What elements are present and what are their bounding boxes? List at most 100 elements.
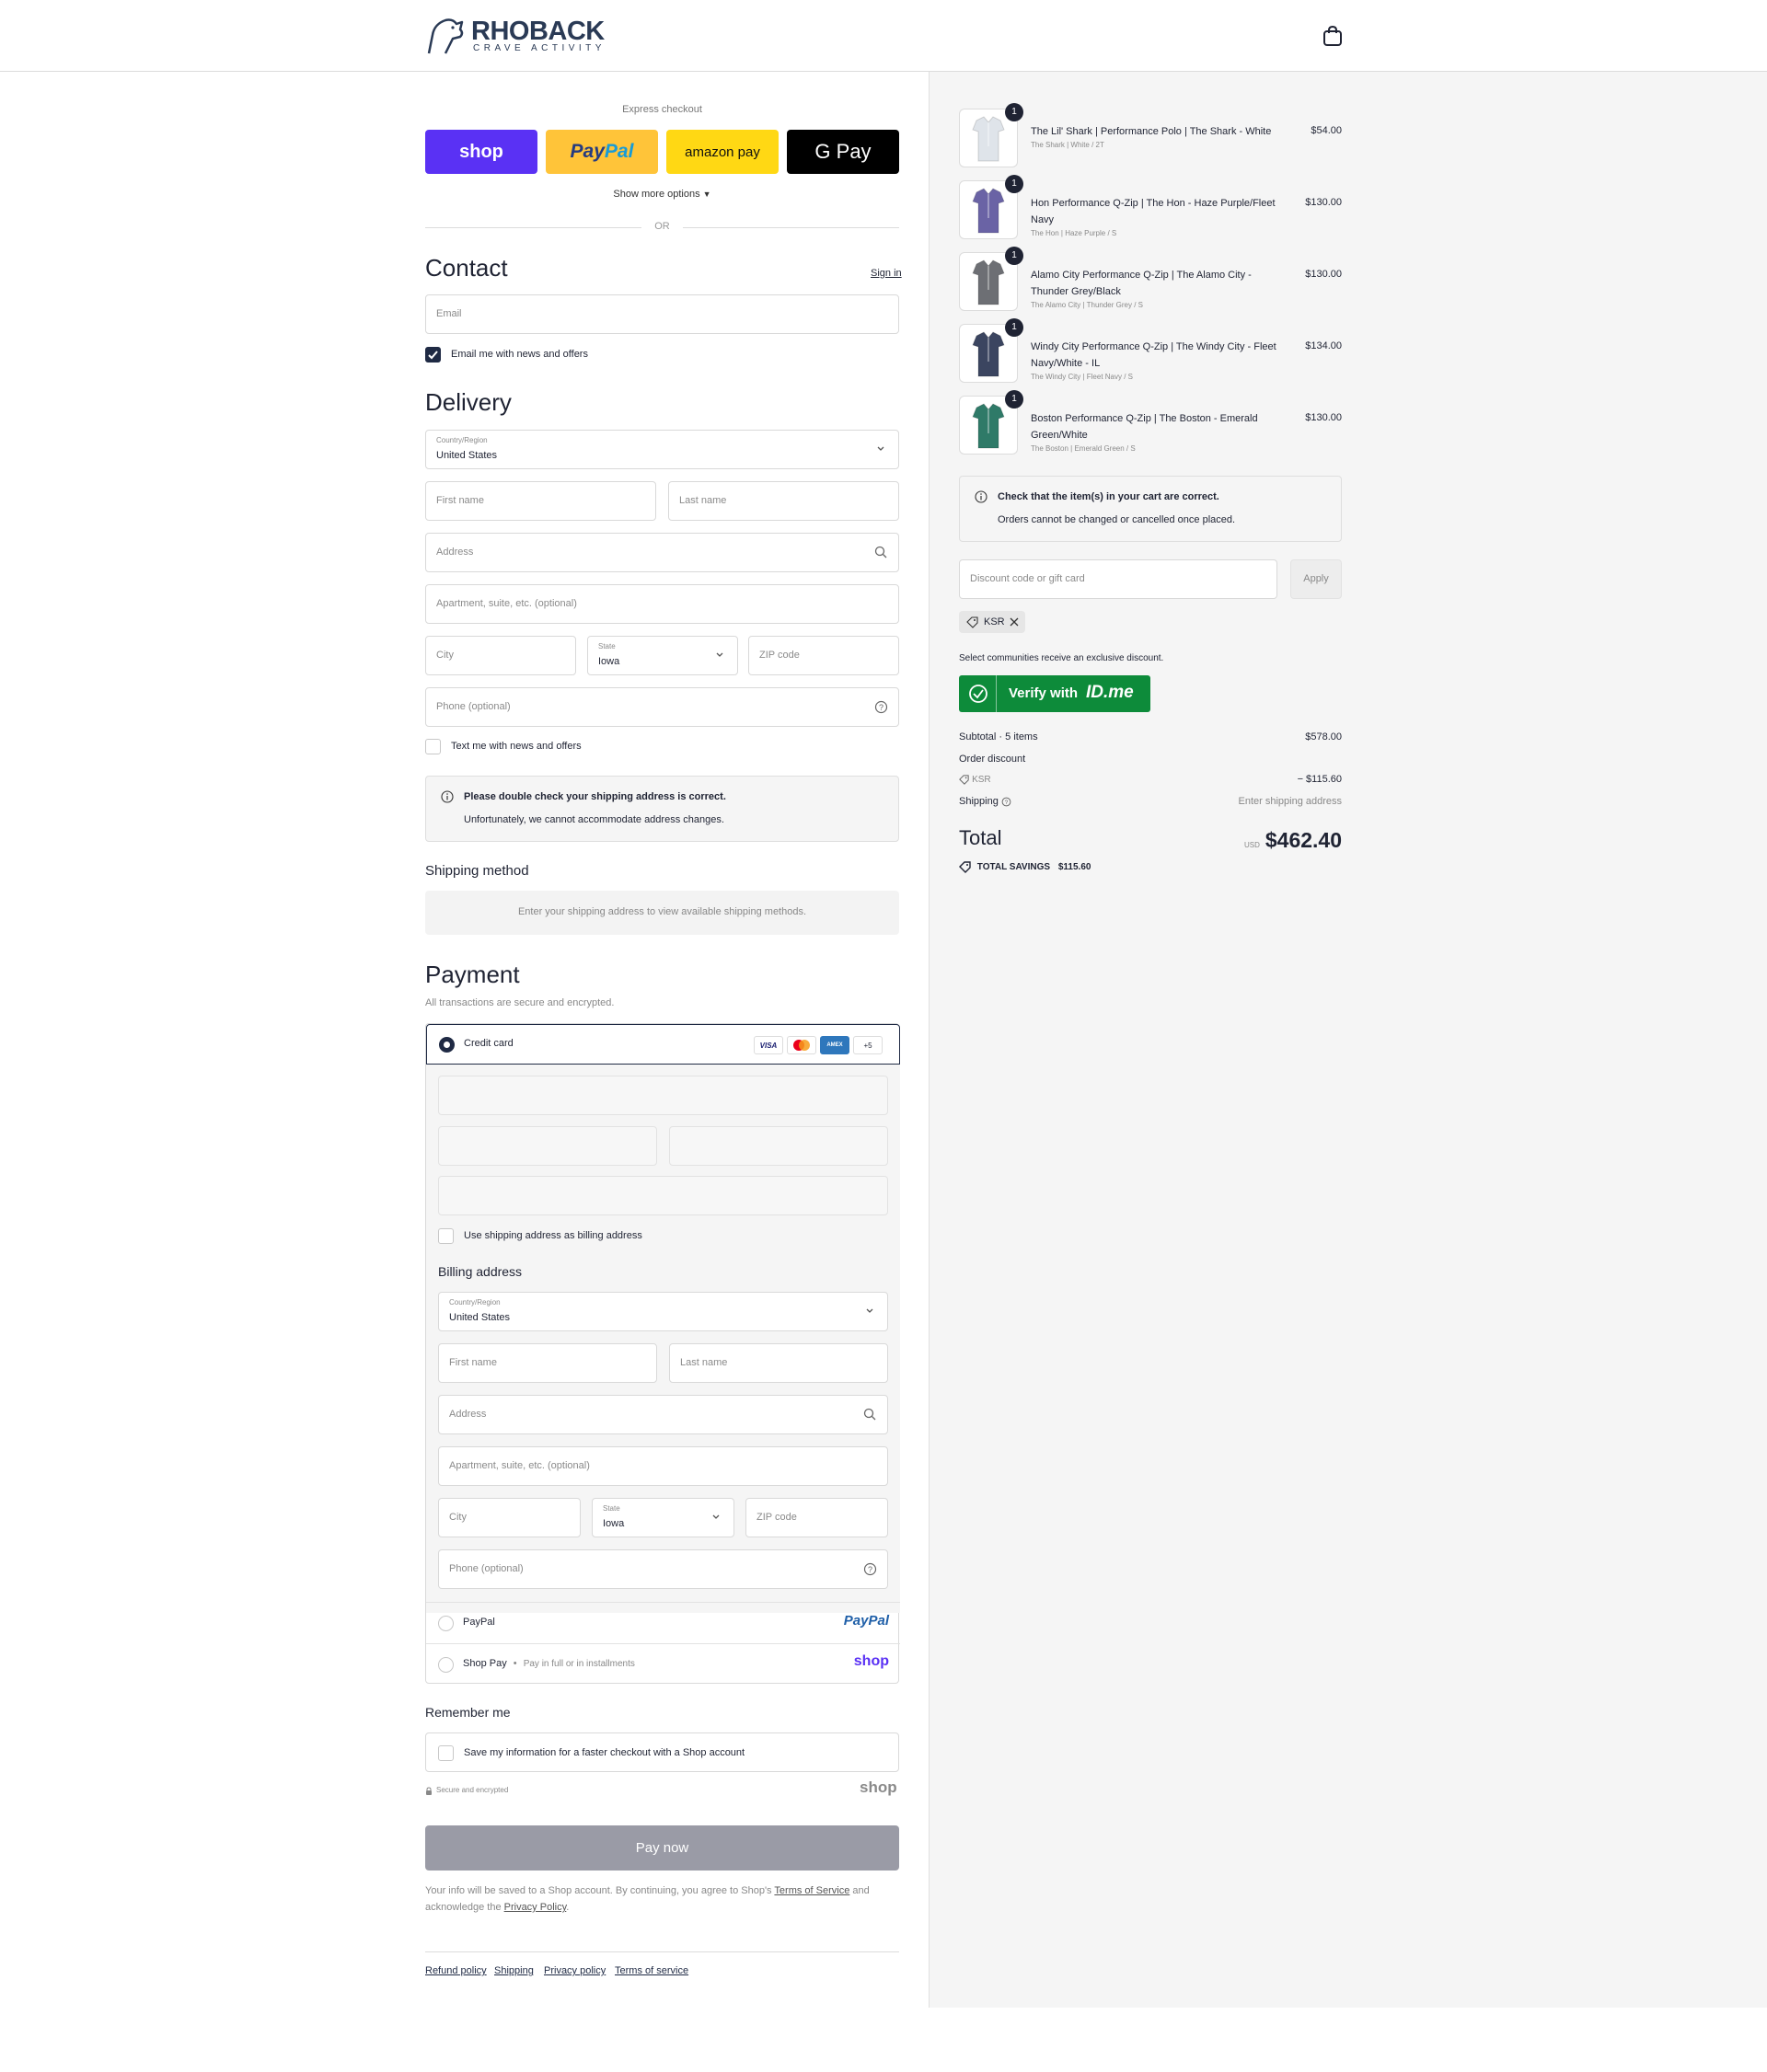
- paypal-radio[interactable]: [438, 1616, 454, 1631]
- card-cvv-field[interactable]: [669, 1126, 888, 1166]
- sign-in-link[interactable]: Sign in: [871, 268, 902, 279]
- paypal-label: PayPal: [463, 1617, 495, 1628]
- text-news-checkbox[interactable]: [425, 739, 441, 754]
- card-number-field[interactable]: [438, 1076, 888, 1115]
- billing-last-name-field[interactable]: Last name: [669, 1343, 888, 1383]
- billing-first-name-field[interactable]: First name: [438, 1343, 657, 1383]
- state-select[interactable]: State Iowa: [587, 636, 738, 675]
- shop-pay-option[interactable]: Shop Pay • Pay in full or in installment…: [426, 1643, 900, 1685]
- help-icon[interactable]: ?: [1001, 797, 1011, 807]
- currency-code: USD: [1243, 841, 1260, 849]
- amazon-pay-button[interactable]: amazon pay: [666, 130, 779, 174]
- check-circle-icon: [969, 685, 987, 703]
- apartment-field[interactable]: Apartment, suite, etc. (optional): [425, 584, 899, 624]
- paypal-button[interactable]: Pay Pal: [546, 130, 658, 174]
- communities-text: Select communities receive an exclusive …: [959, 653, 1164, 663]
- or-divider: OR: [425, 221, 899, 234]
- billing-phone-field[interactable]: Phone (optional) ?: [438, 1549, 888, 1589]
- terms-of-service-link[interactable]: Terms of Service: [774, 1885, 849, 1896]
- svg-text:?: ?: [868, 1565, 872, 1574]
- billing-address-field[interactable]: Address: [438, 1395, 888, 1434]
- card-expiry-field[interactable]: [438, 1126, 657, 1166]
- address-field[interactable]: Address: [425, 533, 899, 572]
- billing-apartment-field[interactable]: Apartment, suite, etc. (optional): [438, 1446, 888, 1486]
- terms-of-service-footer-link[interactable]: Terms of service: [615, 1965, 688, 1976]
- chevron-down-icon: ▼: [702, 190, 711, 199]
- billing-country-select[interactable]: Country/Region United States: [438, 1292, 888, 1331]
- apply-button[interactable]: Apply: [1290, 559, 1342, 599]
- text-news-label: Text me with news and offers: [451, 741, 582, 752]
- refund-policy-link[interactable]: Refund policy: [425, 1965, 487, 1976]
- shipping-summary-value: Enter shipping address: [1238, 796, 1342, 807]
- billing-country-label: Country/Region: [449, 1298, 501, 1307]
- shipping-method-heading: Shipping method: [425, 863, 529, 879]
- help-icon[interactable]: ?: [874, 700, 888, 714]
- google-pay-button[interactable]: G Pay: [787, 130, 899, 174]
- close-icon[interactable]: [1010, 617, 1019, 627]
- city-field[interactable]: City: [425, 636, 576, 675]
- show-more-label: Show more options: [613, 189, 700, 200]
- discount-code-field[interactable]: Discount code or gift card: [959, 559, 1277, 599]
- shipping-policy-link[interactable]: Shipping: [494, 1965, 534, 1976]
- shop-pay-logo: shop: [459, 141, 503, 162]
- email-field[interactable]: Email: [425, 294, 899, 334]
- search-icon: [863, 1408, 876, 1421]
- show-more-options[interactable]: Show more options ▼: [425, 189, 899, 200]
- total-value-group: USD $462.40: [1244, 828, 1342, 853]
- footer-divider: [425, 1951, 899, 1952]
- credit-card-radio[interactable]: [439, 1037, 455, 1053]
- rhino-logo-icon: [427, 18, 464, 54]
- card-name-field[interactable]: [438, 1176, 888, 1215]
- privacy-policy-footer-link[interactable]: Privacy policy: [544, 1965, 606, 1976]
- shop-pay-name: Shop Pay: [463, 1658, 507, 1669]
- cart-notice-title: Check that the item(s) in your cart are …: [998, 491, 1219, 502]
- shopping-bag-icon[interactable]: [1322, 25, 1343, 47]
- savings-row: TOTAL SAVINGS $115.60: [959, 861, 1342, 873]
- country-select[interactable]: Country/Region United States: [425, 430, 899, 469]
- phone-field[interactable]: Phone (optional) ?: [425, 687, 899, 727]
- quantity-badge: 1: [1005, 247, 1023, 265]
- use-shipping-checkbox[interactable]: [438, 1228, 454, 1244]
- billing-state-label: State: [603, 1504, 620, 1513]
- paypal-option[interactable]: PayPal PayPal: [426, 1602, 900, 1643]
- verify-idme-button[interactable]: Verify with ID.me: [959, 675, 1150, 712]
- product-variant: The Boston | Emerald Green / S: [1031, 444, 1136, 453]
- info-icon: [441, 790, 454, 803]
- last-name-placeholder: Last name: [679, 495, 727, 506]
- brand-logo[interactable]: RHOBACK CRAVE ACTIVITY: [425, 15, 605, 57]
- last-name-field[interactable]: Last name: [668, 481, 899, 521]
- delivery-heading: Delivery: [425, 388, 512, 416]
- zip-field[interactable]: ZIP code: [748, 636, 899, 675]
- savings-value: $115.60: [1057, 862, 1091, 873]
- credit-card-option[interactable]: Credit card VISA AMEX +5: [426, 1024, 900, 1065]
- chevron-down-icon: [712, 1514, 720, 1519]
- discount-tag-code: KSR: [984, 616, 1005, 627]
- credit-card-form: Use shipping address as billing address …: [426, 1065, 900, 1613]
- billing-phone-placeholder: Phone (optional): [449, 1563, 524, 1574]
- product-variant: The Alamo City | Thunder Grey / S: [1031, 301, 1143, 309]
- savings-label: TOTAL SAVINGS: [976, 862, 1051, 873]
- state-label: State: [598, 642, 616, 650]
- billing-apartment-placeholder: Apartment, suite, etc. (optional): [449, 1460, 590, 1471]
- notice-body: Unfortunately, we cannot accommodate add…: [464, 814, 724, 825]
- billing-state-select[interactable]: State Iowa: [592, 1498, 734, 1537]
- help-icon[interactable]: ?: [863, 1562, 877, 1576]
- contact-heading: Contact: [425, 254, 508, 282]
- privacy-policy-link[interactable]: Privacy Policy: [504, 1902, 567, 1913]
- billing-zip-field[interactable]: ZIP code: [745, 1498, 888, 1537]
- shop-logo: shop: [860, 1778, 897, 1796]
- save-info-checkbox[interactable]: [438, 1745, 454, 1761]
- country-value: United States: [436, 450, 498, 461]
- shop-pay-radio[interactable]: [438, 1657, 454, 1673]
- google-pay-logo: G Pay: [814, 140, 872, 163]
- billing-address-placeholder: Address: [449, 1409, 487, 1420]
- billing-state-value: Iowa: [603, 1518, 625, 1529]
- first-name-field[interactable]: First name: [425, 481, 656, 521]
- shop-pay-note: Pay in full or in installments: [523, 1659, 635, 1669]
- billing-city-field[interactable]: City: [438, 1498, 581, 1537]
- product-price: $54.00: [1311, 125, 1342, 136]
- or-text: OR: [654, 221, 670, 232]
- pay-now-button[interactable]: Pay now: [425, 1825, 899, 1871]
- email-news-checkbox[interactable]: [425, 347, 441, 363]
- shop-pay-button[interactable]: shop: [425, 130, 537, 174]
